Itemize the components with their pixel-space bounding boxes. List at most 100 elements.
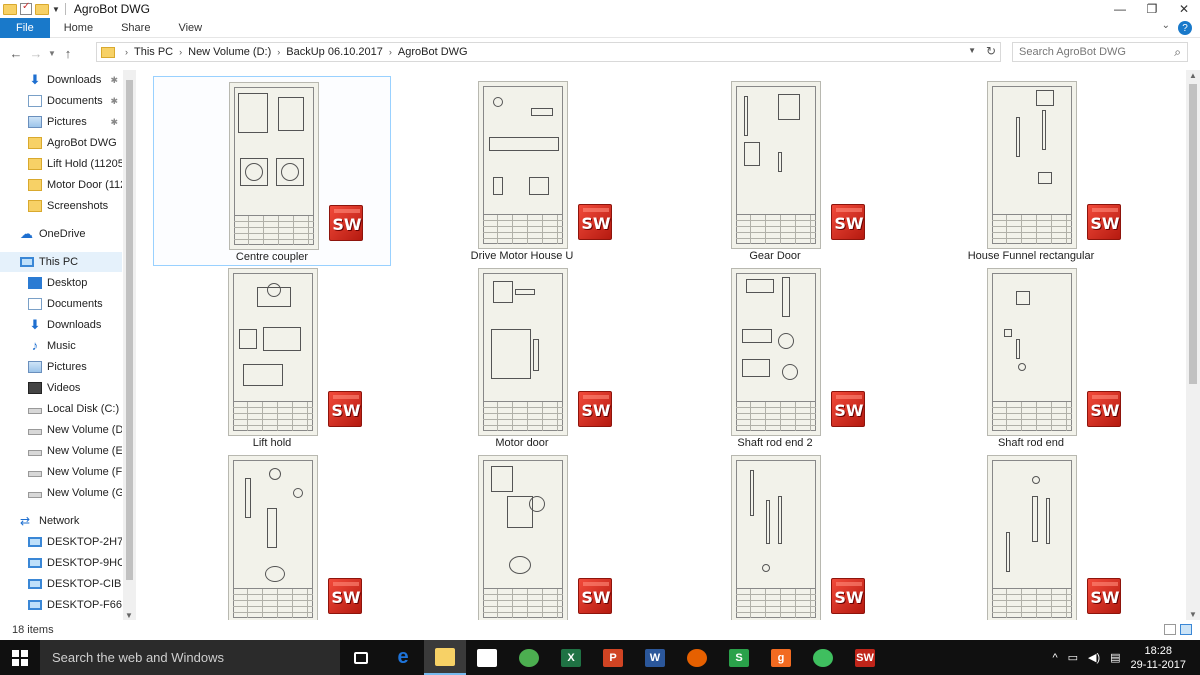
taskbar-powerpoint-button[interactable]: P (592, 640, 634, 675)
drive-icon (28, 492, 42, 498)
taskbar-chrome-button[interactable] (508, 640, 550, 675)
this-pc-item[interactable]: Videos (0, 378, 122, 398)
minimize-button[interactable]: — (1104, 0, 1136, 18)
content-scrollbar[interactable]: ▲ ▼ (1186, 70, 1200, 620)
large-icons-view-icon[interactable] (1180, 624, 1192, 635)
quick-access-item[interactable]: Pictures ✱ (0, 112, 122, 132)
file-tile[interactable]: SW (153, 450, 391, 620)
this-pc-item[interactable]: Documents (0, 294, 122, 314)
file-tile[interactable]: SW (403, 450, 641, 620)
taskbar-solidworks-2016-button[interactable]: SW (844, 640, 886, 675)
network-computer[interactable]: DESKTOP-2H7TF (0, 532, 122, 552)
file-tile[interactable]: SW Centre coupler (153, 76, 391, 266)
nav-scrollbar-thumb[interactable] (126, 80, 133, 580)
quick-access-item[interactable]: ⬇ Downloads ✱ (0, 70, 122, 90)
address-bar[interactable]: › This PC › New Volume (D:) › BackUp 06.… (96, 42, 1001, 62)
taskbar-g-app-button[interactable]: g (760, 640, 802, 675)
edge-icon: e (397, 646, 409, 668)
refresh-icon[interactable]: ↻ (986, 44, 996, 58)
forward-arrow-icon[interactable]: → (26, 46, 46, 61)
scroll-up-chevron-icon[interactable]: ▲ (1189, 71, 1197, 80)
taskbar-search[interactable]: Search the web and Windows (40, 640, 340, 675)
breadcrumb-new-volume-d[interactable]: New Volume (D:) (188, 46, 271, 58)
network-computer[interactable]: DESKTOP-F66KD (0, 595, 122, 615)
address-history-chevron-icon[interactable]: ▼ (968, 46, 976, 55)
file-tile[interactable]: SW Gear Door (656, 76, 894, 264)
drive-icon (28, 408, 42, 414)
taskbar-word-button[interactable]: W (634, 640, 676, 675)
file-tile[interactable]: SW Shaft rod end (912, 263, 1150, 451)
restore-button[interactable]: ❐ (1136, 0, 1168, 18)
breadcrumb-this-pc[interactable]: This PC (134, 46, 173, 58)
tab-view[interactable]: View (164, 18, 216, 38)
g-app-icon: g (771, 648, 791, 667)
network-computer[interactable]: DESKTOP-CIBS2 (0, 574, 122, 594)
file-tile[interactable]: SW (912, 450, 1150, 620)
scroll-down-chevron-icon[interactable]: ▼ (1189, 610, 1197, 619)
file-tile[interactable]: SW Drive Motor House U (403, 76, 641, 264)
quick-access-item[interactable]: Documents ✱ (0, 91, 122, 111)
network-icon[interactable]: ▭ (1068, 651, 1078, 664)
breadcrumb-backup[interactable]: BackUp 06.10.2017 (286, 46, 383, 58)
this-pc-item[interactable]: New Volume (D: (0, 420, 122, 440)
search-input[interactable]: Search AgroBot DWG ⌕ (1012, 42, 1188, 62)
this-pc-item[interactable]: New Volume (F:) (0, 462, 122, 482)
windows-logo-icon (12, 649, 28, 666)
close-button[interactable]: ✕ (1168, 0, 1200, 18)
nav-onedrive[interactable]: ☁ OneDrive (0, 224, 122, 244)
nav-network[interactable]: ⇄ Network (0, 511, 122, 531)
file-tile[interactable]: SW (656, 450, 894, 620)
chevron-right-icon[interactable]: › (179, 47, 182, 57)
tab-home[interactable]: Home (50, 18, 107, 38)
customize-toolbar-chevron-icon[interactable]: ▼ (52, 5, 60, 14)
show-hidden-icons-chevron-icon[interactable]: ^ (1052, 652, 1057, 664)
breadcrumb-agrobot-dwg[interactable]: AgroBot DWG (398, 46, 468, 58)
this-pc-item[interactable]: Desktop (0, 273, 122, 293)
taskbar-sw-app-button[interactable]: S (718, 640, 760, 675)
chevron-right-icon[interactable]: › (277, 47, 280, 57)
properties-icon[interactable] (20, 1, 32, 15)
nav-scrollbar[interactable]: ▼ (123, 70, 136, 620)
taskbar-store-button[interactable] (466, 640, 508, 675)
file-tile[interactable]: SW Lift hold (153, 263, 391, 451)
up-arrow-icon[interactable]: ↑ (58, 46, 78, 61)
taskbar-task-view-button[interactable] (340, 640, 382, 675)
this-pc-item[interactable]: ⬇ Downloads (0, 315, 122, 335)
file-tile[interactable]: SW Shaft rod end 2 (656, 263, 894, 451)
file-tile[interactable]: SW House Funnel rectangular (912, 76, 1150, 264)
chevron-right-icon[interactable]: › (125, 47, 128, 57)
nav-this-pc[interactable]: This PC (0, 252, 122, 272)
excel-icon: X (561, 648, 581, 667)
chevron-right-icon[interactable]: › (389, 47, 392, 57)
this-pc-item[interactable]: New Volume (E:) (0, 441, 122, 461)
taskbar-excel-button[interactable]: X (550, 640, 592, 675)
back-arrow-icon[interactable]: ← (6, 46, 26, 61)
recent-locations-chevron-icon[interactable]: ▼ (46, 49, 58, 58)
help-button[interactable]: ? (1178, 21, 1192, 35)
taskbar-edge-button[interactable]: e (382, 640, 424, 675)
clock[interactable]: 18:28 29-11-2017 (1131, 644, 1186, 672)
file-tile[interactable]: SW Motor door (403, 263, 641, 451)
tab-file[interactable]: File (0, 17, 50, 38)
details-view-icon[interactable] (1164, 624, 1176, 635)
start-button[interactable] (0, 640, 40, 675)
taskbar-firefox-button[interactable] (676, 640, 718, 675)
tab-share[interactable]: Share (107, 18, 164, 38)
quick-access-item[interactable]: Lift Hold (11205) (0, 154, 122, 174)
quick-access-item[interactable]: Motor Door (112 (0, 175, 122, 195)
action-center-icon[interactable]: ▤ (1110, 651, 1120, 664)
volume-icon[interactable]: ◀) (1088, 651, 1100, 664)
this-pc-item[interactable]: Local Disk (C:) (0, 399, 122, 419)
quick-access-item[interactable]: AgroBot DWG (0, 133, 122, 153)
new-folder-icon[interactable] (35, 3, 49, 15)
quick-access-item[interactable]: Screenshots (0, 196, 122, 216)
taskbar-whatsapp-button[interactable] (802, 640, 844, 675)
this-pc-item[interactable]: Pictures (0, 357, 122, 377)
expand-ribbon-chevron-icon[interactable]: ⌄ (1162, 20, 1170, 31)
this-pc-item[interactable]: ♪ Music (0, 336, 122, 356)
this-pc-item[interactable]: New Volume (G: (0, 483, 122, 503)
taskbar-file-explorer-button[interactable] (424, 640, 466, 675)
content-scrollbar-thumb[interactable] (1189, 84, 1197, 384)
network-computer[interactable]: DESKTOP-9HO1 (0, 553, 122, 573)
scroll-down-chevron-icon[interactable]: ▼ (125, 611, 133, 620)
